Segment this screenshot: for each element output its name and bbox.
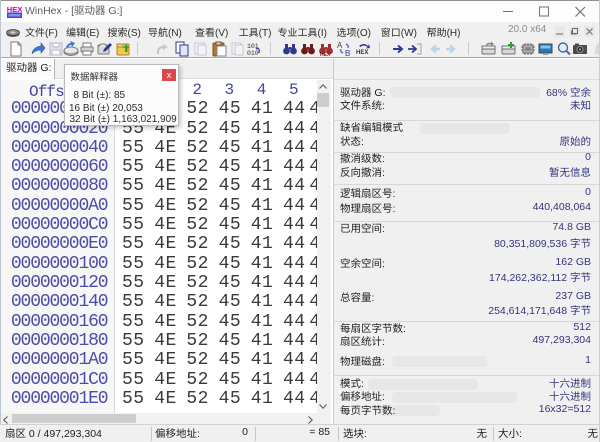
svg-text:A: A [337, 41, 343, 50]
svg-text:HEX: HEX [356, 50, 368, 56]
svg-text:010: 010 [247, 50, 259, 57]
svg-text:HEX: HEX [320, 52, 331, 57]
svg-text:B: B [345, 49, 350, 57]
